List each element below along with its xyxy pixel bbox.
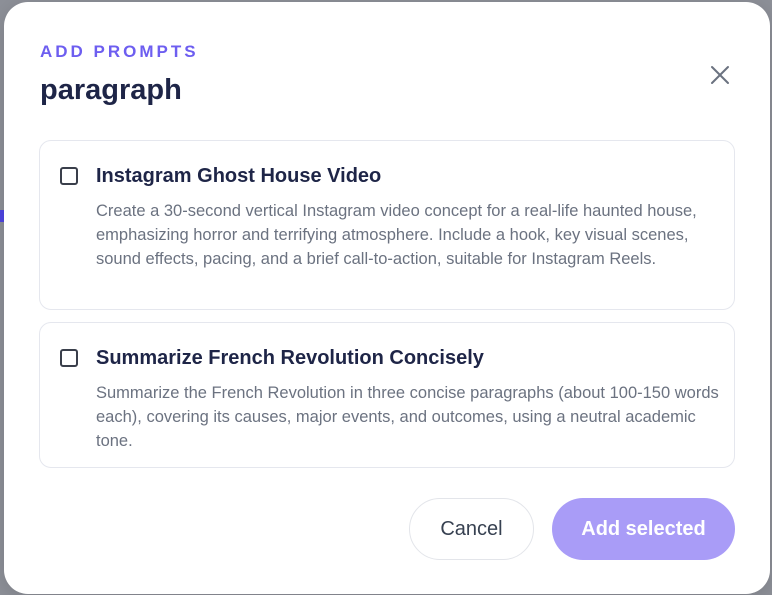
cancel-button[interactable]: Cancel — [409, 498, 534, 560]
close-button[interactable] — [704, 60, 736, 92]
close-icon — [710, 65, 730, 88]
prompt-description: Create a 30-second vertical Instagram vi… — [96, 202, 697, 268]
prompt-checkbox[interactable] — [60, 349, 78, 367]
add-prompts-dialog: ADD PROMPTS paragraph Instagram Ghost Ho… — [4, 2, 770, 594]
prompt-description: Summarize the French Revolution in three… — [96, 384, 719, 450]
prompt-title: Summarize French Revolution Concisely — [96, 347, 484, 369]
dialog-title: paragraph — [40, 74, 182, 106]
dialog-eyebrow: ADD PROMPTS — [40, 42, 199, 61]
prompt-card-instagram-ghost-house[interactable]: Instagram Ghost House Video Create a 30-… — [39, 140, 735, 310]
prompt-card-french-revolution[interactable]: Summarize French Revolution Concisely Su… — [39, 322, 735, 468]
add-selected-button[interactable]: Add selected — [552, 498, 735, 560]
prompt-title: Instagram Ghost House Video — [96, 165, 382, 187]
prompt-checkbox[interactable] — [60, 167, 78, 185]
